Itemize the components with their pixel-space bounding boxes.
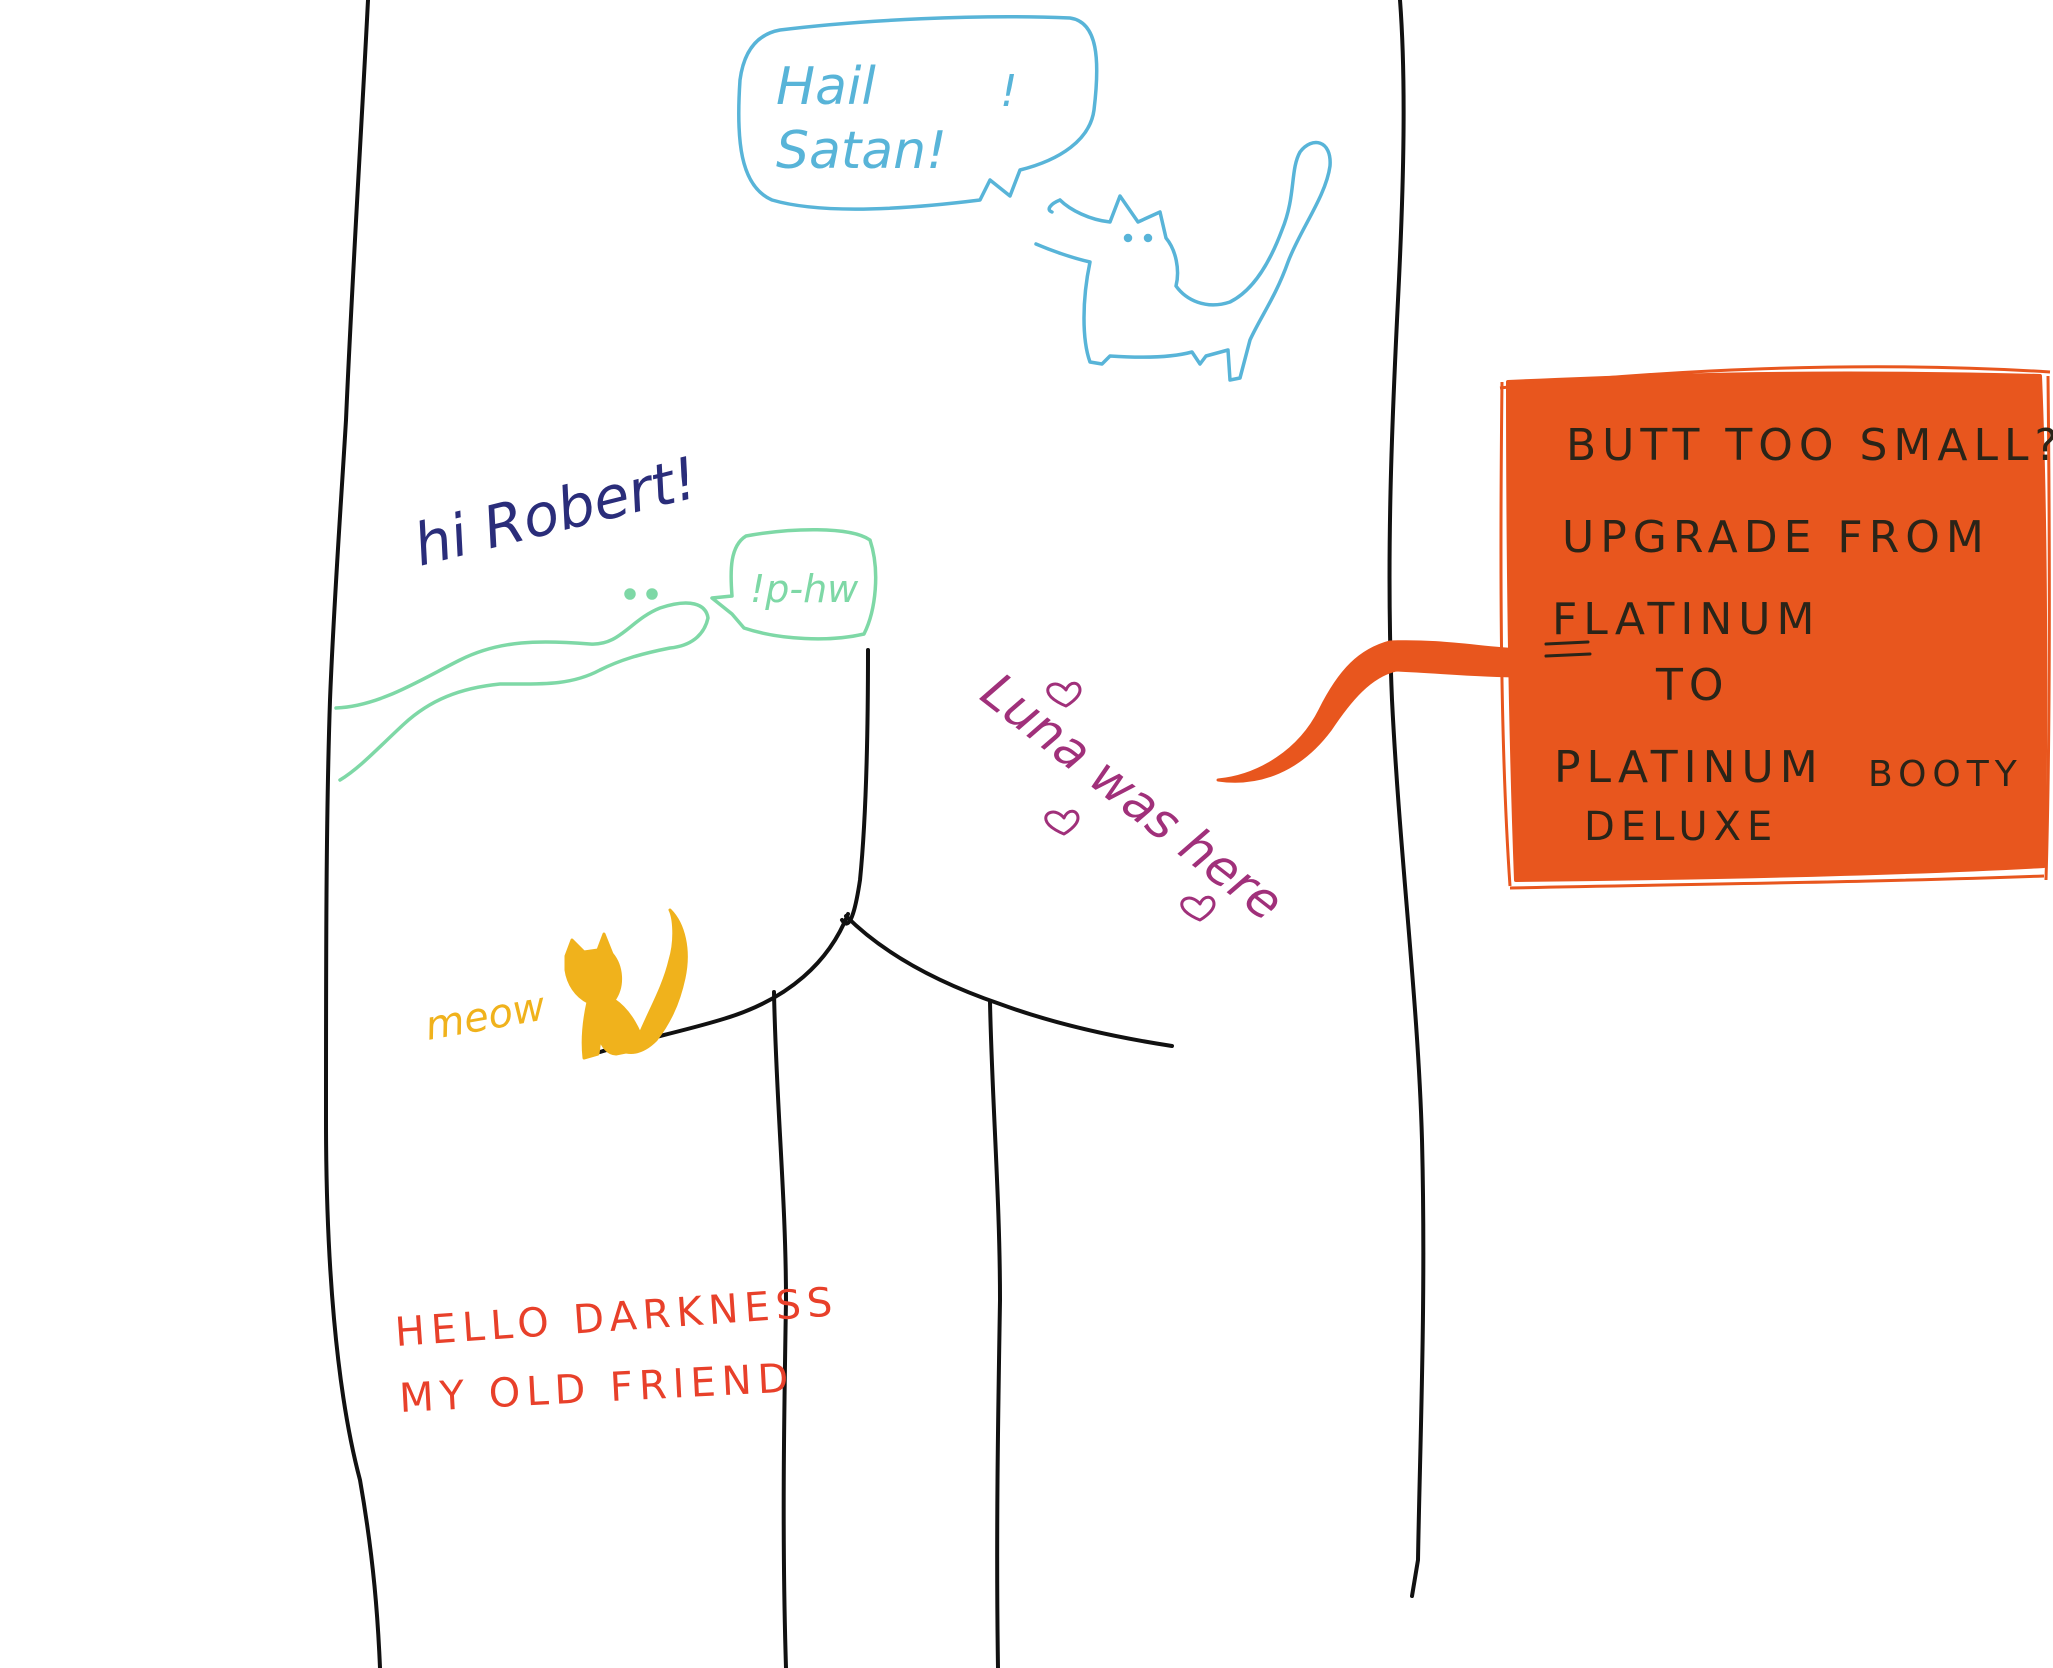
lyrics-line-1: HELLO DARKNESS	[393, 1279, 839, 1356]
whiteboard-drawing: Hail Satan! ! hi Robert! !p-hw Luna was …	[324, 0, 2053, 1668]
cat-speech-exclaim: !	[1000, 66, 1018, 117]
ad-line-1: BUTT TOO SMALL?	[1566, 420, 2053, 471]
heart-icon	[1044, 809, 1080, 836]
ad-line-5-booty: BOOTY	[1868, 754, 2023, 795]
cat-speech-line-1: Hail	[776, 57, 876, 117]
cat-eye	[1143, 233, 1153, 243]
snake-eye	[624, 588, 636, 600]
cat-speech-line-2: Satan!	[776, 121, 947, 181]
luna-note: Luna was here	[971, 662, 1294, 932]
gluteal-cleft	[840, 648, 870, 926]
left-body-contour	[324, 0, 382, 1668]
ad-line-6: DELUXE	[1584, 804, 1778, 850]
ad-pointer	[1216, 640, 1522, 783]
snake-icon	[334, 601, 710, 782]
lyrics-line-2: MY OLD FRIEND	[398, 1355, 795, 1422]
body-outline	[324, 0, 1426, 1668]
right-body-contour	[1387, 0, 1426, 1598]
snake-speech-text: !p-hw	[750, 567, 859, 611]
ad-line-3: FLATINUM	[1552, 594, 1820, 645]
cat-icon	[1034, 140, 1332, 382]
greeting-text: hi Robert!	[407, 444, 704, 580]
snake-eye	[646, 588, 658, 600]
cat-eye	[1123, 233, 1133, 243]
meow-label: meow	[422, 984, 549, 1050]
right-inner-leg	[988, 1000, 1002, 1668]
ad-line-5: PLATINUM	[1554, 742, 1824, 793]
right-buttock-curve	[844, 914, 1174, 1048]
ad-line-4: TO	[1655, 660, 1730, 711]
heart-icon	[1180, 895, 1216, 922]
left-inner-leg	[772, 990, 788, 1668]
ad-line-2: UPGRADE FROM	[1562, 512, 1990, 563]
